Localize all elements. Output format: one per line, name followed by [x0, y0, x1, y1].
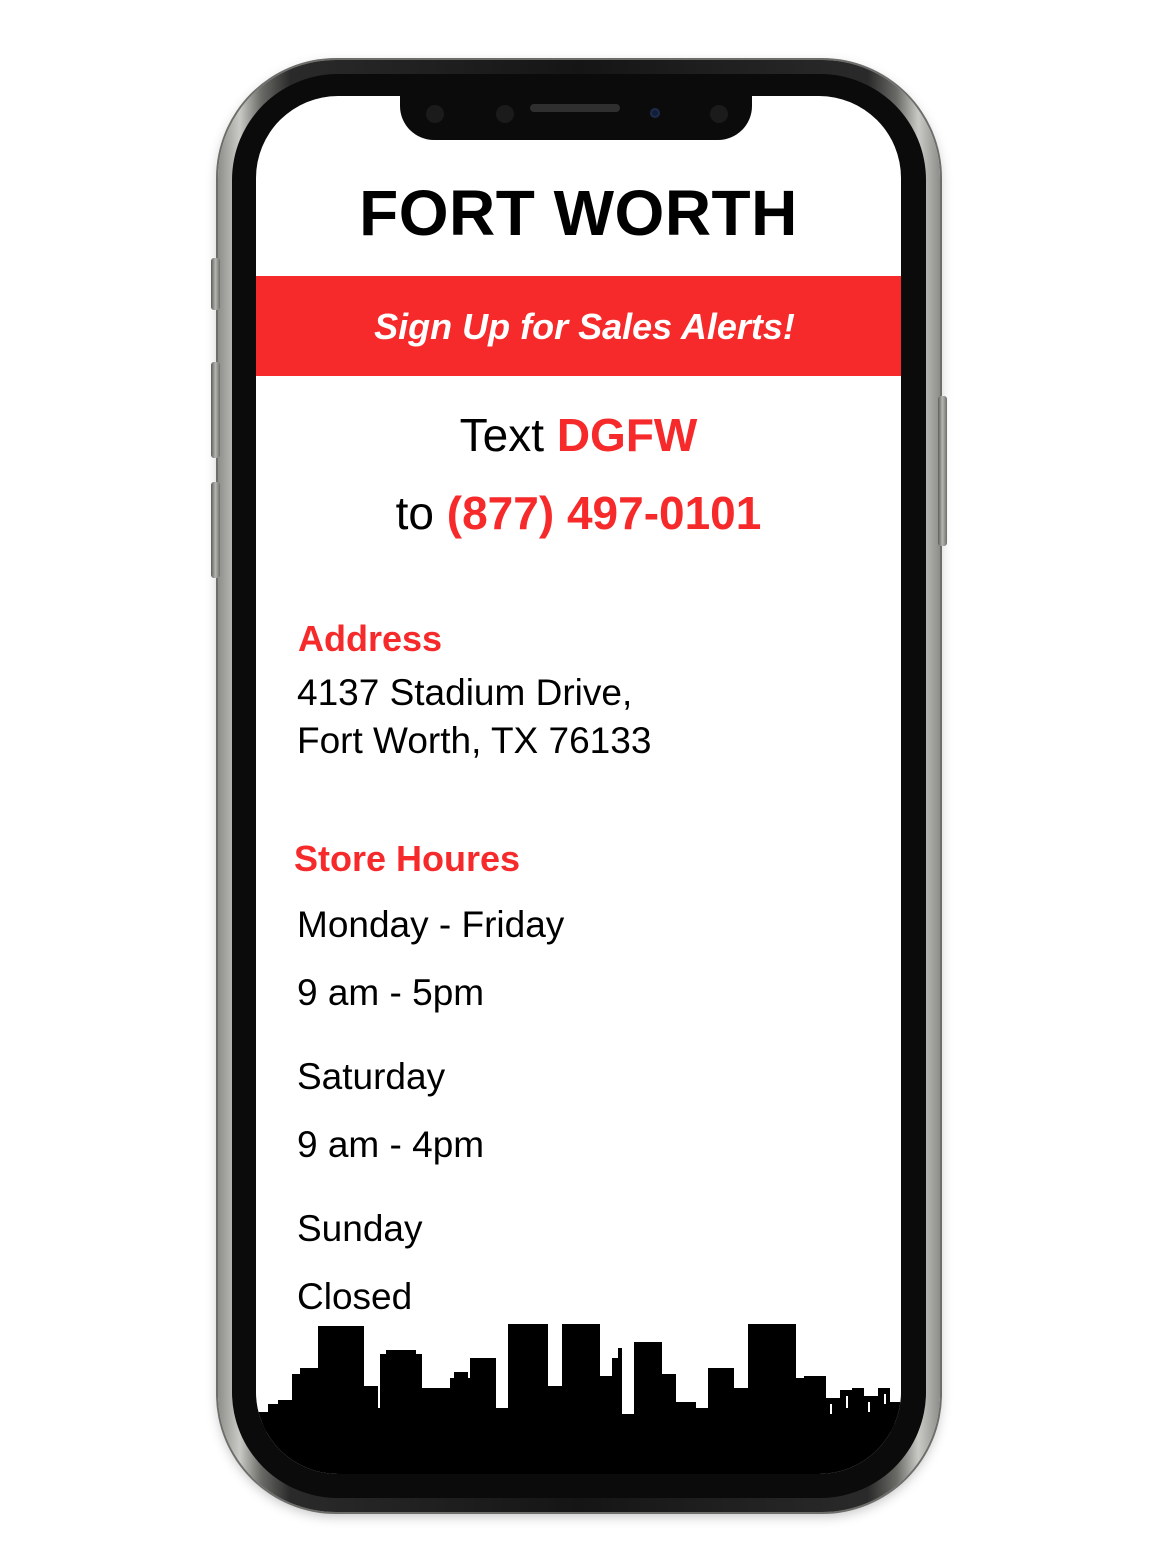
- sales-alert-label[interactable]: Sign Up for Sales Alerts!: [256, 306, 901, 348]
- power-button: [938, 396, 947, 546]
- address-line-2: Fort Worth, TX 76133: [297, 720, 652, 761]
- silent-switch: [211, 258, 220, 310]
- hours-day: Monday - Friday: [297, 904, 565, 945]
- volume-up-button: [211, 362, 220, 458]
- sensor-icon: [426, 105, 444, 123]
- address-line-1: 4137 Stadium Drive,: [297, 672, 633, 713]
- sms-to-prefix: to: [395, 487, 434, 539]
- volume-down-button: [211, 482, 220, 578]
- hours-time: Closed: [297, 1276, 413, 1317]
- speaker-grille: [530, 104, 620, 112]
- sms-keyword-line: Text DGFW: [256, 408, 901, 462]
- sms-phone-number[interactable]: (877) 497-0101: [447, 487, 762, 539]
- front-camera-icon: [650, 108, 660, 118]
- page-title: FORT WORTH: [359, 177, 798, 249]
- sensor-icon: [496, 105, 514, 123]
- hours-day: Sunday: [297, 1208, 423, 1249]
- sms-number-line: to (877) 497-0101: [256, 486, 901, 540]
- city-skyline-icon: [256, 1324, 901, 1474]
- address-heading: Address: [298, 618, 443, 659]
- sales-alert-banner[interactable]: Sign Up for Sales Alerts!: [256, 276, 901, 376]
- hours-time: 9 am - 4pm: [297, 1124, 485, 1165]
- hours-time: 9 am - 5pm: [297, 972, 485, 1013]
- notch: [400, 96, 752, 140]
- sms-keyword: DGFW: [556, 409, 698, 461]
- hours-day: Saturday: [297, 1056, 446, 1097]
- store-hours-heading: Store Houres: [294, 838, 521, 879]
- phone-screen: FORT WORTH Sign Up for Sales Alerts! Tex…: [256, 96, 901, 1474]
- sensor-icon: [710, 105, 728, 123]
- sms-text-prefix: Text: [459, 409, 545, 461]
